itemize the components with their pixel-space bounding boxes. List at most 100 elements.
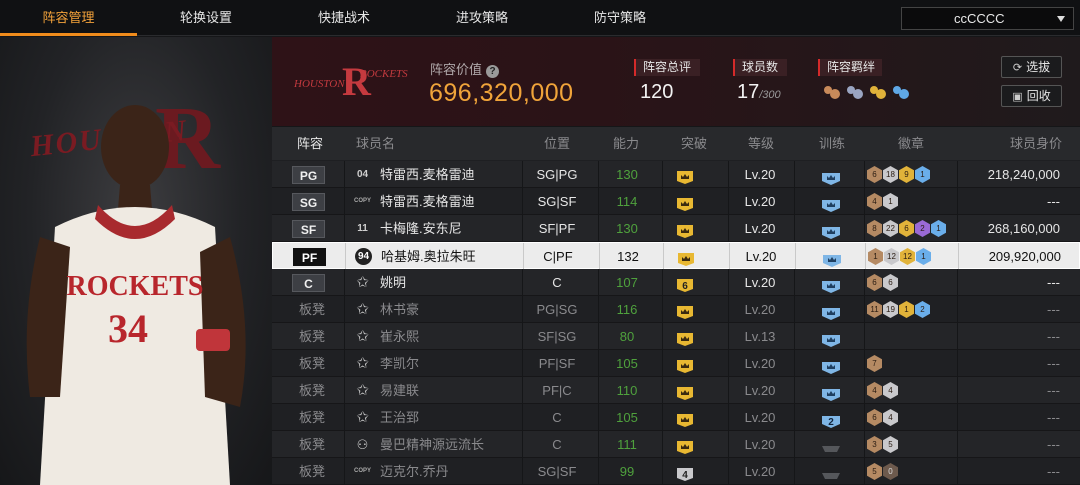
column-divider <box>344 377 345 404</box>
column-divider <box>864 161 865 188</box>
lineup-slot-badge[interactable]: PG <box>292 166 325 184</box>
lineup-slot: 板凳 <box>299 437 326 452</box>
player-position: PF|C <box>542 383 572 398</box>
player-price: --- <box>1047 464 1060 479</box>
player-level: Lv.20 <box>744 194 776 209</box>
badge-icon: 18 <box>883 166 898 183</box>
player-ability: 114 <box>616 194 638 209</box>
col-name[interactable]: 球员名 <box>356 127 395 160</box>
column-divider <box>662 269 663 296</box>
star-icon: ✩ <box>356 382 369 399</box>
tab-tactics[interactable]: 快捷战术 <box>275 0 413 36</box>
column-divider <box>344 350 345 377</box>
lineup-slot-badge[interactable]: SF <box>292 220 325 238</box>
player-position: SF|SG <box>537 329 577 344</box>
badge-icon: 5 <box>867 463 882 480</box>
player-name[interactable]: 哈基姆.奥拉朱旺 <box>381 243 476 270</box>
table-row[interactable]: PG 04 特雷西.麦格雷迪 SG|PG 130 Lv.20 6 18 9 1 218,240,00… <box>272 161 1080 188</box>
column-divider <box>864 269 865 296</box>
table-row[interactable]: 板凳 ✩ 王治郅 C 105 Lv.20 2 6 4 --- <box>272 404 1080 431</box>
badge-icon: 2 <box>915 301 930 318</box>
column-divider <box>864 404 865 431</box>
player-name[interactable]: 特雷西.麦格雷迪 <box>380 188 475 215</box>
tab-lineup[interactable]: 阵容管理 <box>0 0 137 36</box>
tab-defense[interactable]: 防守策略 <box>551 0 689 36</box>
player-name[interactable]: 易建联 <box>380 377 419 404</box>
col-ability[interactable]: 能力 <box>613 127 639 160</box>
player-name[interactable]: 林书豪 <box>380 296 419 323</box>
breakthrough-level: 4 <box>675 464 695 481</box>
table-row[interactable]: 板凳 ✩ 崔永熙 SF|SG 80 Lv.13 --- <box>272 323 1080 350</box>
player-price: 268,160,000 <box>987 221 1060 236</box>
bond-icon-3[interactable] <box>868 84 887 103</box>
team-select[interactable]: ccCCCC <box>901 7 1074 30</box>
player-name[interactable]: 特雷西.麦格雷迪 <box>380 161 475 188</box>
col-level[interactable]: 等级 <box>748 127 774 160</box>
col-training[interactable]: 训练 <box>819 127 845 160</box>
players-label: 球员数 <box>733 59 787 76</box>
player-ability: 116 <box>616 302 638 317</box>
recycle-button[interactable]: ▣ 回收 <box>1001 85 1062 107</box>
table-row[interactable]: 板凳 ✩ 林书豪 PG|SG 116 Lv.20 11 19 1 2 --- <box>272 296 1080 323</box>
bond-icon-4[interactable] <box>891 84 910 103</box>
player-name[interactable]: 李凯尔 <box>380 350 419 377</box>
player-name[interactable]: 卡梅隆.安东尼 <box>380 215 462 242</box>
col-position[interactable]: 位置 <box>544 127 570 160</box>
column-divider <box>662 323 663 350</box>
table-row[interactable]: SG COPY 特雷西.麦格雷迪 SG|SF 114 Lv.20 4 1 --- <box>272 188 1080 215</box>
col-breakthrough[interactable]: 突破 <box>681 127 707 160</box>
player-name[interactable]: 迈克尔.乔丹 <box>380 458 449 485</box>
player-name[interactable]: 王治郅 <box>380 404 419 431</box>
badge-icon: 4 <box>867 382 882 399</box>
lineup-slot: 板凳 <box>299 464 326 479</box>
player-position: SG|SF <box>537 194 577 209</box>
col-price[interactable]: 球员身价 <box>1010 127 1062 160</box>
copy-tag: COPY <box>354 468 372 474</box>
player-name[interactable]: 姚明 <box>380 269 406 296</box>
col-badges[interactable]: 徽章 <box>898 127 924 160</box>
player-level: Lv.20 <box>744 464 776 479</box>
player-name[interactable]: 崔永熙 <box>380 323 419 350</box>
select-button[interactable]: ⟳ 选拔 <box>1001 56 1062 78</box>
column-divider <box>794 377 795 404</box>
tab-offense[interactable]: 进攻策略 <box>413 0 551 36</box>
player-price: --- <box>1047 329 1060 344</box>
column-divider <box>662 377 663 404</box>
player-position: C <box>552 275 562 290</box>
breakthrough-level: 6 <box>675 275 695 292</box>
tab-rotation[interactable]: 轮换设置 <box>137 0 275 36</box>
roster-table: 阵容 球员名 位置 能力 突破 等级 训练 徽章 球员身价 PG 04 特雷西.麦格… <box>272 127 1080 485</box>
jersey-number: 04 <box>356 169 369 180</box>
lineup-header: HOUSTON R ROCKETS 阵容价值? 696,320,000 阵容总评… <box>272 37 1080 126</box>
table-row[interactable]: 板凳 ✩ 易建联 PF|C 110 Lv.20 4 4 --- <box>272 377 1080 404</box>
table-row[interactable]: 板凳 COPY 迈克尔.乔丹 SG|SF 99 4 Lv.20 5 0 --- <box>272 458 1080 485</box>
player-price: 209,920,000 <box>988 249 1061 264</box>
table-row[interactable]: 板凳 ✩ 李凯尔 PF|SF 105 Lv.20 7 --- <box>272 350 1080 377</box>
player-price: --- <box>1047 356 1060 371</box>
table-row[interactable]: PF 94 哈基姆.奥拉朱旺 C|PF 132 Lv.20 1 12 12 1 209,920,00… <box>272 242 1080 270</box>
bond-icon-2[interactable] <box>845 84 864 103</box>
player-level: Lv.20 <box>744 275 776 290</box>
table-row[interactable]: 板凳 ⚇ 曼巴精神源远流长 C 111 Lv.20 3 5 --- <box>272 431 1080 458</box>
star-icon: ✩ <box>356 355 369 372</box>
column-divider <box>663 243 664 270</box>
lineup-slot-badge[interactable]: PF <box>293 248 326 266</box>
lineup-slot-badge[interactable]: C <box>292 274 325 292</box>
training-level <box>821 465 841 485</box>
jersey-number: 94 <box>355 248 372 265</box>
lineup-slot-badge[interactable]: SG <box>292 193 325 211</box>
table-row[interactable]: C ✩ 姚明 C 107 6 Lv.20 6 6 --- <box>272 269 1080 296</box>
players-value: 17 <box>737 81 760 103</box>
player-name[interactable]: 曼巴精神源远流长 <box>380 431 484 458</box>
refresh-icon: ⟳ <box>1012 62 1023 74</box>
help-icon[interactable]: ? <box>486 65 500 78</box>
badge-icon: 19 <box>883 301 898 318</box>
col-slot[interactable]: 阵容 <box>297 127 323 160</box>
bond-icon-1[interactable] <box>822 84 841 103</box>
breakthrough-crown-icon <box>675 167 695 184</box>
badge-icon: 3 <box>867 436 882 453</box>
lineup-slot: 板凳 <box>299 302 326 317</box>
player-price: --- <box>1047 437 1060 452</box>
table-row[interactable]: SF 11 卡梅隆.安东尼 SF|PF 130 Lv.20 8 22 6 2 1 268,160,00… <box>272 215 1080 242</box>
badge-list: 50 <box>867 463 898 485</box>
